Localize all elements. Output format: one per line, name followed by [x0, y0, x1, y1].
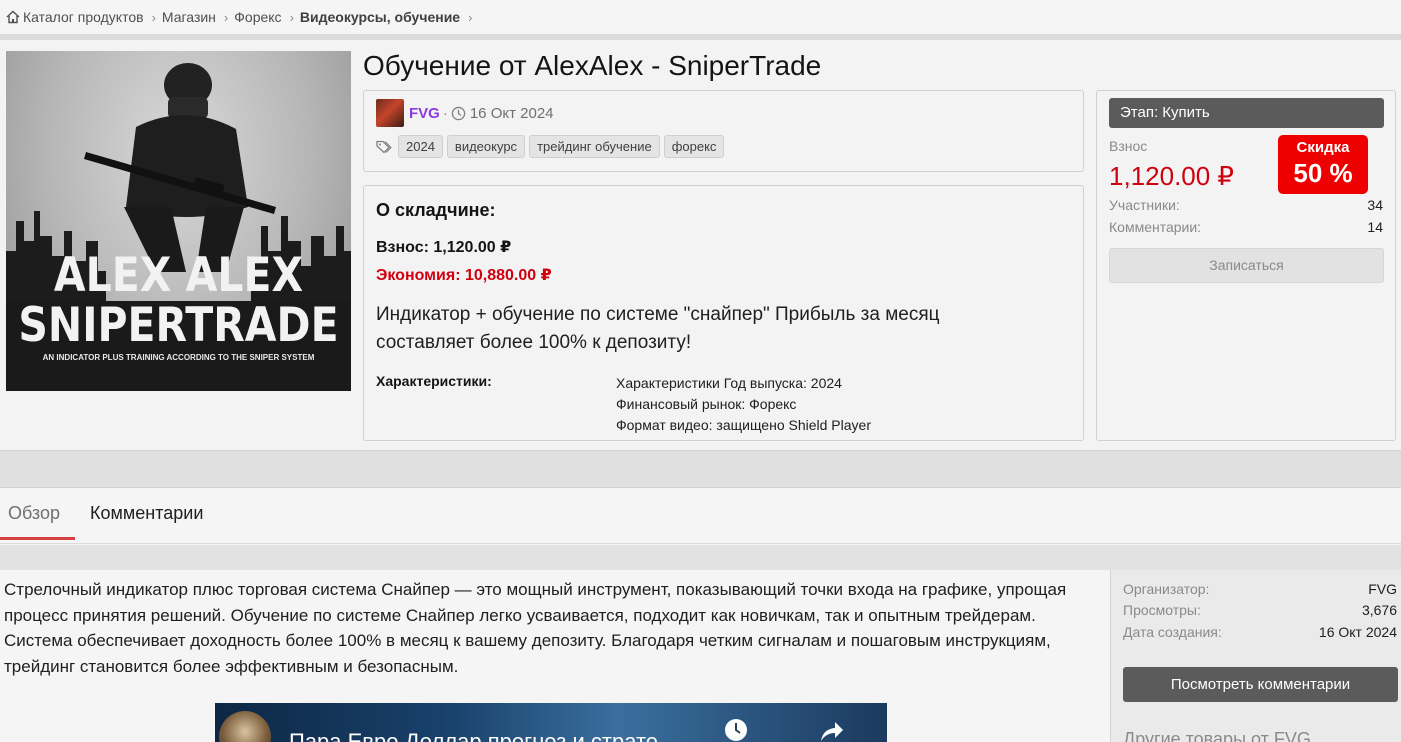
clock-icon: [451, 106, 466, 120]
characteristic-item: Финансовый рынок: Форекс: [616, 396, 797, 412]
about-box: О складчине: Взнос: 1,120.00 ₽ Экономия:…: [363, 185, 1084, 441]
comments-row: Комментарии: 14: [1109, 219, 1383, 235]
avatar[interactable]: [376, 99, 404, 127]
tag-list: 2024 видеокурс трейдинг обучение форекс: [376, 135, 728, 158]
watch-later-icon[interactable]: [723, 717, 749, 742]
tag-item[interactable]: 2024: [398, 135, 443, 158]
tag-icon: [376, 140, 392, 153]
discount-badge: Скидка 50 %: [1278, 135, 1368, 194]
product-cover-image[interactable]: ALEX ALEX SNIPERTRADE AN INDICATOR PLUS …: [6, 51, 351, 391]
views-value: 3,676: [1361, 602, 1397, 618]
sniper-soldier-graphic: [84, 63, 276, 272]
participants-row: Участники: 34: [1109, 197, 1383, 213]
breadcrumb-label: Каталог продуктов: [23, 9, 144, 25]
breadcrumb: Каталог продуктов › Магазин › Форекс › В…: [0, 0, 1401, 34]
page-title: Обучение от AlexAlex - SniperTrade: [363, 50, 822, 81]
discount-label: Скидка: [1296, 139, 1350, 156]
tag-item[interactable]: форекс: [663, 135, 725, 158]
chevron-right-icon: ›: [289, 9, 294, 25]
price-label: Взнос: [1109, 138, 1148, 154]
other-products-heading: Другие товары от FVG: [1123, 729, 1311, 742]
video-title[interactable]: Пара Евро Доллар прогноз и страте...: [289, 729, 676, 742]
breadcrumb-item-store[interactable]: Магазин: [162, 9, 216, 25]
join-button[interactable]: Записаться: [1109, 248, 1384, 283]
tab-overview[interactable]: Обзор: [0, 488, 75, 540]
author-row: FVG · 16 Окт 2024: [376, 99, 554, 127]
characteristic-item: Характеристики Год выпуска: 2024: [616, 375, 842, 391]
home-icon: [6, 10, 20, 24]
characteristics-label: Характеристики:: [376, 373, 492, 389]
meta-separator: ·: [442, 104, 448, 122]
price-value: 1,120.00 ₽: [1109, 161, 1234, 191]
product-description: Индикатор + обучение по системе "снайпер…: [376, 304, 940, 353]
view-comments-button[interactable]: Посмотреть комментарии: [1123, 667, 1398, 702]
tab-comments[interactable]: Комментарии: [90, 488, 203, 540]
views-label: Просмотры:: [1123, 602, 1201, 618]
discount-value: 50 %: [1293, 158, 1353, 188]
tab-bar: Обзор Комментарии: [0, 488, 1401, 544]
overview-text: Стрелочный индикатор плюс торговая систе…: [4, 580, 1067, 676]
chevron-right-icon: ›: [151, 9, 156, 25]
cover-subtitle: AN INDICATOR PLUS TRAINING ACCORDING TO …: [42, 353, 315, 362]
contribution-text: Взнос: 1,120.00 ₽: [376, 239, 512, 256]
created-value: 16 Окт 2024: [1318, 624, 1397, 640]
product-info-sidebar: Организатор: FVG Просмотры: 3,676 Дата с…: [1110, 570, 1401, 742]
section-divider: [0, 450, 1401, 488]
breadcrumb-item-catalog[interactable]: Каталог продуктов: [6, 9, 144, 25]
chevron-right-icon: ›: [223, 9, 229, 25]
cover-title-line1: ALEX ALEX: [53, 247, 304, 303]
stage-badge: Этап: Купить: [1109, 98, 1384, 128]
created-row: Дата создания: 16 Окт 2024: [1123, 624, 1397, 640]
video-embed[interactable]: Пара Евро Доллар прогноз и страте...: [215, 703, 887, 742]
participants-label: Участники:: [1109, 197, 1180, 213]
product-meta-box: FVG · 16 Окт 2024 2024 видеокурс трейдин…: [363, 90, 1084, 172]
participants-count: 34: [1367, 197, 1383, 213]
views-row: Просмотры: 3,676: [1123, 602, 1397, 618]
share-icon[interactable]: [817, 719, 845, 742]
comments-label: Комментарии:: [1109, 219, 1202, 235]
characteristics-list: Характеристики Год выпуска: 2024 Финансо…: [616, 373, 871, 436]
tag-item[interactable]: видеокурс: [446, 135, 526, 158]
organizer-value[interactable]: FVG: [1368, 581, 1397, 597]
economy-text: Экономия: 10,880.00 ₽: [376, 267, 552, 284]
breadcrumb-item-courses[interactable]: Видеокурсы, обучение: [300, 9, 460, 25]
chevron-right-icon: ›: [468, 9, 473, 25]
comments-count: 14: [1367, 219, 1383, 235]
organizer-label: Организатор:: [1123, 581, 1210, 597]
tab-content-divider: [0, 545, 1401, 570]
publish-date: 16 Окт 2024: [469, 104, 554, 122]
characteristic-item: Формат видео: защищено Shield Player: [616, 417, 871, 433]
channel-avatar[interactable]: [219, 711, 271, 742]
about-heading: О складчине:: [376, 200, 496, 220]
tag-item[interactable]: трейдинг обучение: [529, 135, 660, 158]
breadcrumb-item-forex[interactable]: Форекс: [234, 9, 281, 25]
cover-title-line2: SNIPERTRADE: [18, 297, 339, 353]
created-label: Дата создания:: [1123, 624, 1222, 640]
purchase-panel: Этап: Купить Взнос 1,120.00 ₽ Скидка 50 …: [1096, 90, 1396, 441]
author-link[interactable]: FVG: [409, 105, 440, 122]
organizer-row: Организатор: FVG: [1123, 581, 1397, 597]
